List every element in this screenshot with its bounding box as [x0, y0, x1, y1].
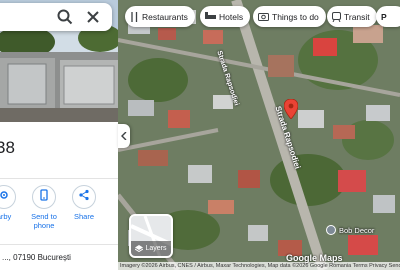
chip-transit-label: Transit [344, 11, 370, 22]
layers-icon [135, 245, 144, 252]
share-icon [78, 188, 90, 206]
poi-label: Bob Decor [339, 225, 375, 235]
transit-icon [332, 11, 341, 22]
address-prefix: ..., [2, 253, 11, 262]
chip-hotels-label: Hotels [219, 11, 244, 22]
place-panel: 38 arby Send to phone Share ..., 07190 B… [0, 0, 118, 270]
address-text: 07190 București [13, 253, 71, 262]
chip-parking[interactable]: P [376, 6, 400, 27]
chip-transit[interactable]: Transit [327, 6, 377, 27]
chevron-left-icon [121, 127, 127, 145]
collapse-panel-button[interactable] [118, 124, 130, 148]
google-maps-logo: Google Maps [286, 253, 343, 263]
search-icon[interactable] [56, 8, 74, 26]
place-title: 38 [0, 138, 15, 157]
layers-button[interactable]: Layers [129, 214, 173, 258]
search-box[interactable] [0, 3, 112, 31]
hotel-icon [205, 12, 216, 19]
address-row[interactable]: ..., 07190 București [0, 244, 118, 270]
parking-icon: P [381, 11, 387, 22]
shop-icon [326, 225, 336, 235]
layers-label-bar: Layers [131, 241, 171, 256]
share-button[interactable]: Share [64, 185, 104, 221]
chip-things-to-do[interactable]: Things to do [253, 6, 326, 27]
layers-label: Layers [145, 245, 167, 252]
chip-restaurants[interactable]: Restaurants [125, 6, 195, 27]
phone-icon [38, 188, 50, 206]
action-bar: arby Send to phone Share [0, 178, 118, 238]
close-icon[interactable] [84, 8, 102, 26]
send-to-phone-label: Send to phone [31, 212, 57, 230]
camera-icon [258, 13, 269, 21]
nearby-label: arby [0, 212, 12, 221]
poi-marker[interactable]: Bob Decor [326, 225, 374, 235]
map-attribution: Imagery ©2026 Airbus, CNES / Airbus, Max… [118, 262, 400, 270]
place-marker-pin[interactable] [283, 98, 299, 124]
nearby-icon [0, 188, 10, 206]
chip-restaurants-label: Restaurants [142, 11, 188, 22]
send-to-phone-button[interactable]: Send to phone [24, 185, 64, 230]
share-label: Share [73, 212, 94, 221]
restaurant-icon [131, 11, 138, 22]
chip-hotels[interactable]: Hotels [200, 6, 251, 27]
chip-things-to-do-label: Things to do [272, 11, 319, 22]
nearby-button[interactable]: arby [0, 185, 24, 221]
